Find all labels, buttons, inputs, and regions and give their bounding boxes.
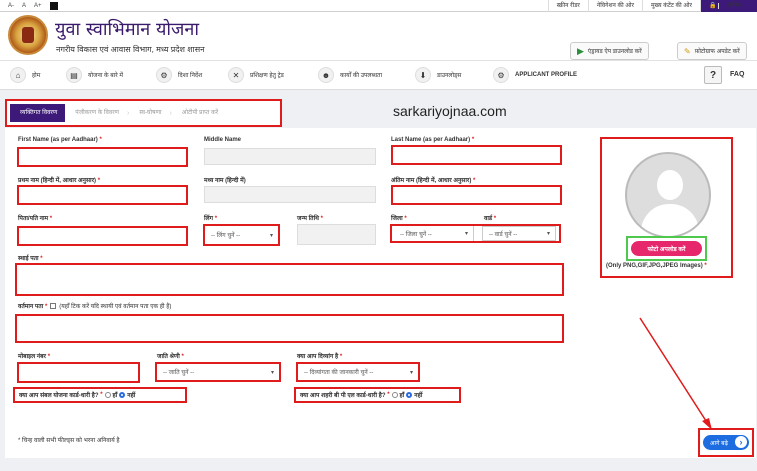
next-label: आगे बढ़े xyxy=(710,440,728,447)
required-fields-note: * चिन्ह वाली सभी फील्ड्स को भरना अनिवार्… xyxy=(18,438,120,444)
next-highlight: आगे बढ़े › xyxy=(698,428,754,457)
next-button[interactable]: आगे बढ़े › xyxy=(703,435,749,450)
annotation-arrow xyxy=(639,317,712,430)
arrow-right-icon: › xyxy=(735,436,747,448)
